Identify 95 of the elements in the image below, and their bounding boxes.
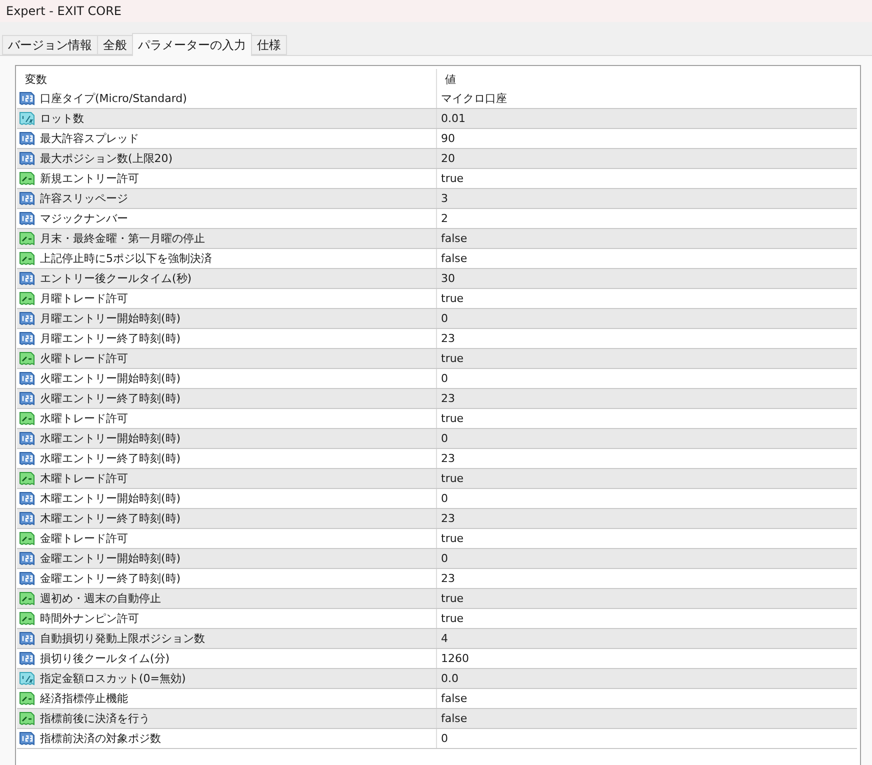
parameter-name: 金曜エントリー終了時刻(時) [40, 571, 181, 586]
parameter-name: 火曜トレード許可 [40, 351, 128, 366]
integer-icon [19, 511, 35, 526]
parameter-value[interactable]: 0 [441, 552, 448, 565]
parameter-value[interactable]: マイクロ口座 [441, 91, 507, 106]
boolean-icon [19, 251, 35, 266]
parameter-value[interactable]: true [441, 592, 464, 605]
boolean-icon [19, 531, 35, 546]
parameter-name: 自動損切り発動上限ポジション数 [40, 631, 205, 646]
boolean-icon [19, 711, 35, 726]
parameter-value[interactable]: true [441, 352, 464, 365]
parameter-value[interactable]: true [441, 532, 464, 545]
integer-icon [19, 151, 35, 166]
parameter-value[interactable]: true [441, 472, 464, 485]
parameter-name: 損切り後クールタイム(分) [40, 651, 170, 666]
parameter-value[interactable]: true [441, 612, 464, 625]
parameter-value[interactable]: 23 [441, 572, 455, 585]
boolean-icon [19, 351, 35, 366]
decimal-icon [19, 111, 35, 126]
parameter-name: ロット数 [40, 111, 84, 126]
parameter-value[interactable]: false [441, 692, 468, 705]
parameter-value[interactable]: 23 [441, 512, 455, 525]
parameter-name: 最大ポジション数(上限20) [40, 151, 173, 166]
parameter-name: 月曜エントリー終了時刻(時) [40, 331, 181, 346]
boolean-icon [19, 691, 35, 706]
parameter-name: 許容スリッページ [40, 191, 128, 206]
parameter-value[interactable]: false [441, 712, 468, 725]
integer-icon [19, 631, 35, 646]
parameter-value[interactable]: 0 [441, 732, 448, 745]
parameter-value[interactable]: 0 [441, 492, 448, 505]
parameter-name: 上記停止時に5ポジ以下を強制決済 [40, 251, 212, 266]
parameter-value[interactable]: 0 [441, 432, 448, 445]
parameter-name: 水曜エントリー終了時刻(時) [40, 451, 181, 466]
integer-icon [19, 431, 35, 446]
column-header[interactable]: 値 [437, 69, 857, 89]
boolean-icon [19, 471, 35, 486]
parameter-name: 月末・最終金曜・第一月曜の停止 [40, 231, 205, 246]
boolean-icon [19, 591, 35, 606]
integer-icon [19, 191, 35, 206]
parameter-value[interactable]: 0.01 [441, 112, 466, 125]
parameter-name: 水曜エントリー開始時刻(時) [40, 431, 181, 446]
tab[interactable]: 全般 [97, 35, 133, 55]
parameter-name: 火曜エントリー開始時刻(時) [40, 371, 181, 386]
parameter-name: 最大許容スプレッド [40, 131, 139, 146]
parameter-value[interactable]: 4 [441, 632, 448, 645]
tab[interactable]: バージョン情報 [2, 35, 98, 55]
parameter-value[interactable]: 23 [441, 332, 455, 345]
boolean-icon [19, 171, 35, 186]
parameter-value[interactable]: 20 [441, 152, 455, 165]
tab[interactable]: 仕様 [251, 35, 287, 55]
tab[interactable]: パラメーターの入力 [132, 33, 252, 56]
parameter-value[interactable]: 30 [441, 272, 455, 285]
parameter-name: 月曜エントリー開始時刻(時) [40, 311, 181, 326]
parameter-name: 木曜エントリー開始時刻(時) [40, 491, 181, 506]
integer-icon [19, 311, 35, 326]
boolean-icon [19, 231, 35, 246]
parameter-name: 火曜エントリー終了時刻(時) [40, 391, 181, 406]
parameter-value[interactable]: true [441, 292, 464, 305]
parameter-value[interactable]: 90 [441, 132, 455, 145]
boolean-icon [19, 411, 35, 426]
parameter-value[interactable]: 0.0 [441, 672, 458, 685]
parameter-value[interactable]: 23 [441, 452, 455, 465]
parameter-name: 口座タイプ(Micro/Standard) [40, 91, 187, 106]
parameter-name: 金曜エントリー開始時刻(時) [40, 551, 181, 566]
parameter-value[interactable]: 23 [441, 392, 455, 405]
integer-icon [19, 391, 35, 406]
parameter-name: 木曜エントリー終了時刻(時) [40, 511, 181, 526]
parameter-value[interactable]: false [441, 252, 468, 265]
parameter-value[interactable]: false [441, 232, 468, 245]
parameter-name: 指定金額ロスカット(0=無効) [40, 671, 186, 686]
parameter-value[interactable]: 0 [441, 312, 448, 325]
boolean-icon [19, 611, 35, 626]
parameter-value[interactable]: 1260 [441, 652, 469, 665]
parameter-name: 時間外ナンピン許可 [40, 611, 139, 626]
parameter-name: 金曜トレード許可 [40, 531, 128, 546]
parameter-name: 木曜トレード許可 [40, 471, 128, 486]
window-title: Expert - EXIT CORE [6, 4, 122, 18]
parameter-name: 月曜トレード許可 [40, 291, 128, 306]
parameter-name: 経済指標停止機能 [40, 691, 128, 706]
parameter-value[interactable]: 0 [441, 372, 448, 385]
parameter-name: 週初め・週末の自動停止 [40, 591, 161, 606]
parameter-value[interactable]: 2 [441, 212, 448, 225]
integer-icon [19, 271, 35, 286]
parameter-name: 水曜トレード許可 [40, 411, 128, 426]
decimal-icon [19, 671, 35, 686]
parameter-name: 新規エントリー許可 [40, 171, 139, 186]
parameter-value[interactable]: true [441, 412, 464, 425]
parameter-name: 指標前決済の対象ポジ数 [40, 731, 161, 746]
parameter-name: 指標前後に決済を行う [40, 711, 150, 726]
integer-icon [19, 551, 35, 566]
parameter-name: マジックナンバー [40, 211, 128, 226]
parameter-name: エントリー後クールタイム(秒) [40, 271, 192, 286]
boolean-icon [19, 291, 35, 306]
parameter-value[interactable]: 3 [441, 192, 448, 205]
parameter-value[interactable]: true [441, 172, 464, 185]
